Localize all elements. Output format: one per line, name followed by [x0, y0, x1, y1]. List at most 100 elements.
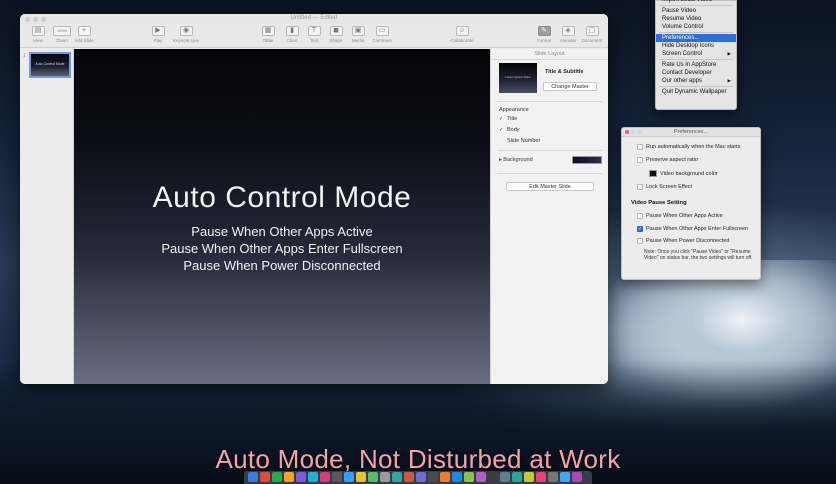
menu-item-rate-us-in-appstore[interactable]: Rate Us in AppStore: [656, 61, 736, 69]
submenu-arrow-icon: ▶: [727, 78, 731, 83]
body-checkbox[interactable]: ✓ Body: [499, 127, 520, 133]
dock-app-icon[interactable]: [548, 472, 558, 482]
video-background-color-row[interactable]: Video background color: [649, 170, 718, 177]
menu-item-label: Quit Dynamic Wallpaper: [662, 89, 727, 95]
menu-item-screen-control[interactable]: Screen Control ▶: [656, 50, 736, 58]
dock-app-icon[interactable]: [500, 472, 510, 482]
checkbox-box[interactable]: [637, 213, 643, 219]
dock-app-icon[interactable]: [452, 472, 462, 482]
menu-item-preferences[interactable]: Preferences...: [656, 34, 736, 42]
preferences-titlebar: Preferences...: [622, 128, 760, 137]
preserve-aspect-checkbox[interactable]: Preserve aspect ratio: [637, 157, 698, 163]
menu-item-label: Preferences...: [662, 35, 700, 41]
master-name: Title & Subtitle: [545, 69, 584, 75]
toolbar-chart-button[interactable]: ▮ Chart: [280, 26, 304, 43]
dock-app-icon[interactable]: [488, 472, 498, 482]
dock-app-icon[interactable]: [296, 472, 306, 482]
dock-app-icon[interactable]: [440, 472, 450, 482]
slide-number-checkbox[interactable]: Slide Number: [499, 138, 540, 144]
menu-item-quit-dynamic-wallpaper[interactable]: Quit Dynamic Wallpaper: [656, 88, 736, 96]
menu-item-volume-control[interactable]: Volume Control: [656, 23, 736, 31]
checkbox-label: Title: [507, 116, 518, 122]
toolbar-label: Shape: [329, 38, 343, 43]
color-swatch[interactable]: [649, 170, 657, 177]
slide-thumbnail[interactable]: Auto Control Mode: [29, 52, 71, 78]
slide-canvas[interactable]: Auto Control Mode Pause When Other Apps …: [74, 49, 490, 384]
toolbar-collaborate-button[interactable]: ☺ Collaborate: [450, 26, 474, 43]
toolbar-comment-button[interactable]: ▭ Comment: [370, 26, 394, 43]
dock-app-icon[interactable]: [356, 472, 366, 482]
dock-app-icon[interactable]: [284, 472, 294, 482]
pause-power-checkbox[interactable]: Pause When Power Disconnected: [637, 238, 729, 244]
dock-app-icon[interactable]: [524, 472, 534, 482]
dock-app-icon[interactable]: [392, 472, 402, 482]
pause-fullscreen-checkbox[interactable]: ✓ Pause When Other Apps Enter Fullscreen: [637, 226, 748, 232]
toolbar-animate-button[interactable]: ◈ Animate: [556, 26, 580, 43]
edit-master-slide-button[interactable]: Edit Master Slide: [506, 182, 594, 191]
toolbar-play-button[interactable]: ▶ Play: [146, 26, 170, 43]
run-automatically-checkbox[interactable]: Run automatically when the Mac starts: [637, 144, 740, 150]
toolbar-format-button[interactable]: ✎ Format: [532, 26, 556, 43]
toolbar-document-button[interactable]: ▢ Document: [580, 26, 604, 43]
change-master-button[interactable]: Change Master: [543, 82, 597, 91]
dock: [244, 471, 592, 484]
slide-body[interactable]: Pause When Other Apps Active Pause When …: [74, 223, 490, 274]
dock-app-icon[interactable]: [404, 472, 414, 482]
dock-app-icon[interactable]: [464, 472, 474, 482]
checkbox-box[interactable]: [637, 184, 643, 190]
dock-app-icon[interactable]: [260, 472, 270, 482]
toolbar-zoom-button[interactable]: 100% Zoom: [50, 26, 74, 43]
toolbar-text-button[interactable]: T Text: [302, 26, 326, 43]
preferences-window: Preferences... Run automatically when th…: [621, 127, 761, 280]
dock-app-icon[interactable]: [248, 472, 258, 482]
dock-app-icon[interactable]: [320, 472, 330, 482]
dock-app-icon[interactable]: [536, 472, 546, 482]
background-label: Background: [503, 157, 533, 163]
dock-app-icon[interactable]: [476, 472, 486, 482]
toolbar-keynote-live-button[interactable]: ◉ Keynote Live: [173, 26, 199, 43]
lock-screen-checkbox[interactable]: Lock Screen Effect: [637, 184, 692, 190]
dock-app-icon[interactable]: [512, 472, 522, 482]
checkbox-box[interactable]: ✓: [637, 226, 643, 232]
menu-item-contact-developer[interactable]: Contact Developer: [656, 69, 736, 77]
menu-item-pause-video[interactable]: Pause Video: [656, 7, 736, 15]
menu-separator: [659, 86, 733, 87]
dock-app-icon[interactable]: [428, 472, 438, 482]
disclosure-triangle-icon[interactable]: ▸: [499, 157, 502, 163]
master-thumbnail[interactable]: Lorem Ipsum Dolor: [499, 63, 537, 93]
dock-app-icon[interactable]: [380, 472, 390, 482]
slide-title[interactable]: Auto Control Mode: [74, 181, 490, 215]
dock-app-icon[interactable]: [368, 472, 378, 482]
checkbox-box[interactable]: [637, 157, 643, 163]
toolbar-media-button[interactable]: ▣ Media: [346, 26, 370, 43]
toolbar-shape-button[interactable]: ◼ Shape: [324, 26, 348, 43]
pause-note: Note: Once you click "Pause Video" or "R…: [644, 249, 753, 262]
divider: [497, 101, 602, 102]
background-color-well[interactable]: [572, 156, 602, 164]
dock-app-icon[interactable]: [272, 472, 282, 482]
checkbox-label: Pause When Power Disconnected: [646, 238, 730, 244]
divider: [497, 150, 602, 151]
dock-app-icon[interactable]: [416, 472, 426, 482]
color-label: Video background color: [660, 170, 718, 177]
status-bar-menu: Import Local Video Pause Video Resume Vide…: [655, 0, 737, 110]
divider: [497, 173, 602, 174]
dock-app-icon[interactable]: [308, 472, 318, 482]
menu-item-hide-desktop-icons[interactable]: Hide Desktop Icons: [656, 42, 736, 50]
menu-item-import-local-video[interactable]: Import Local Video: [656, 0, 736, 4]
toolbar-view-button[interactable]: ▤ View: [26, 26, 50, 43]
title-checkbox[interactable]: ✓ Title: [499, 116, 517, 122]
toolbar-add-slide-button[interactable]: + Add Slide: [72, 26, 96, 43]
dock-app-icon[interactable]: [560, 472, 570, 482]
dock-app-icon[interactable]: [572, 472, 582, 482]
pause-active-checkbox[interactable]: Pause When Other Apps Active: [637, 213, 723, 219]
dock-app-icon[interactable]: [332, 472, 342, 482]
menu-item-resume-video[interactable]: Resume Video: [656, 15, 736, 23]
toolbar-table-button[interactable]: ▦ Table: [256, 26, 280, 43]
menu-item-our-other-apps[interactable]: Our other apps ▶: [656, 77, 736, 85]
empty-box-icon: [499, 139, 504, 144]
toolbar-label: Text: [309, 38, 319, 43]
checkbox-box[interactable]: [637, 238, 643, 244]
checkbox-box[interactable]: [637, 144, 643, 150]
dock-app-icon[interactable]: [344, 472, 354, 482]
